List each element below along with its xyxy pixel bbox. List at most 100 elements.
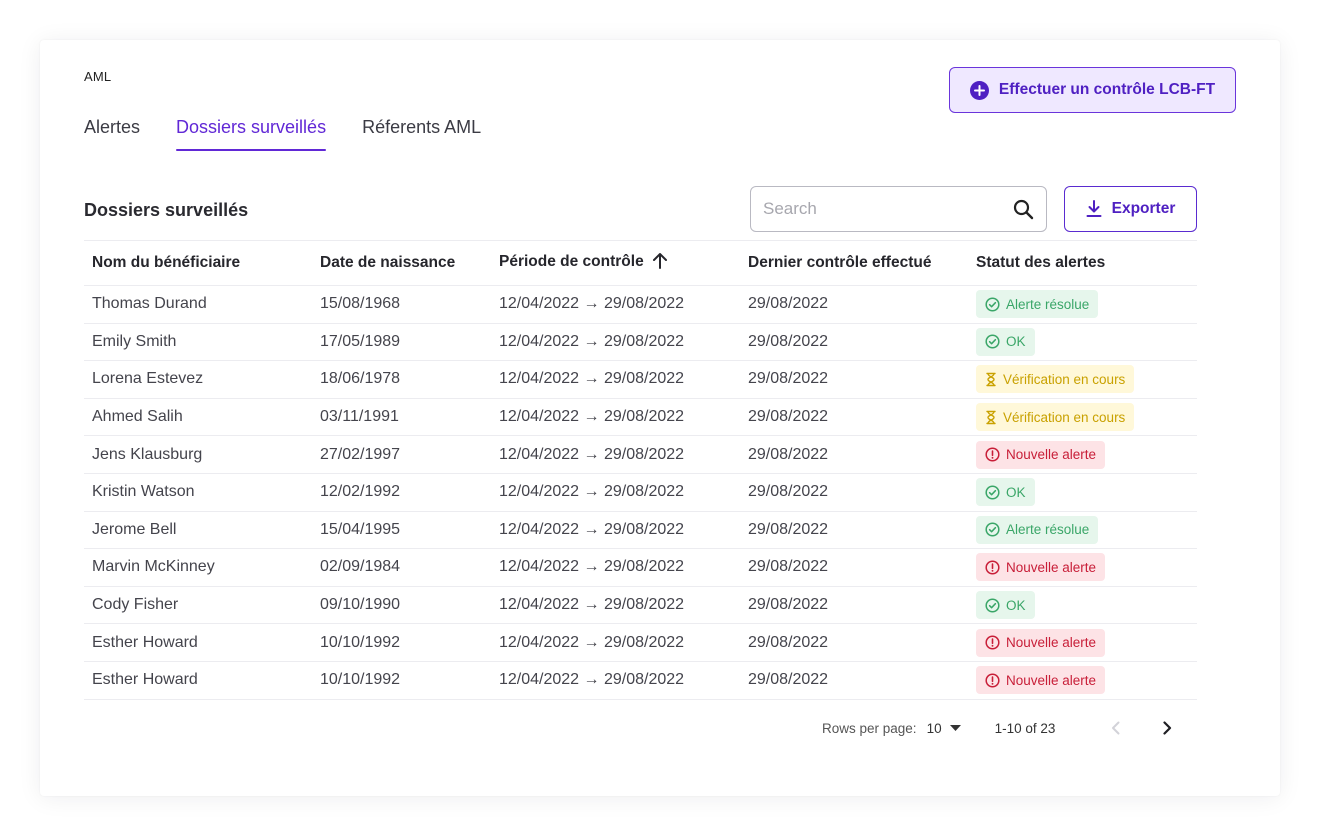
status-badge: OK bbox=[976, 478, 1035, 507]
next-page-button[interactable] bbox=[1155, 716, 1179, 740]
cell-dernier-controle: 29/08/2022 bbox=[748, 483, 829, 501]
table-row[interactable]: Thomas Durand 15/08/1968 12/04/2022 → 29/0… bbox=[84, 286, 1197, 324]
tab-bar: Alertes Dossiers surveillés Réferents AM… bbox=[84, 116, 517, 152]
cell-statut: Nouvelle alerte bbox=[968, 624, 1197, 662]
status-label: Nouvelle alerte bbox=[1006, 447, 1097, 463]
table-row[interactable]: Marvin McKinney 02/09/1984 12/04/2022 → 29… bbox=[84, 549, 1197, 587]
tab-alertes[interactable]: Alertes bbox=[84, 116, 140, 151]
tab-dossiers-surveilles[interactable]: Dossiers surveillés bbox=[176, 116, 327, 151]
rows-per-page-label: Rows per page: bbox=[822, 720, 917, 736]
cell-date-naissance: 18/06/1978 bbox=[320, 370, 401, 388]
cell-date-naissance: 27/02/1997 bbox=[320, 445, 401, 463]
cell-dernier-controle: 29/08/2022 bbox=[748, 558, 829, 576]
cell-date-naissance: 10/10/1992 bbox=[320, 633, 401, 651]
status-label: Vérification en cours bbox=[1003, 371, 1126, 387]
cell-dernier-controle: 29/08/2022 bbox=[748, 633, 829, 651]
cell-nom: Esther Howard bbox=[92, 671, 198, 689]
table-row[interactable]: Esther Howard 10/10/1992 12/04/2022 → 29/0… bbox=[84, 624, 1197, 662]
cell-periode: 12/04/2022 → 29/08/2022 bbox=[499, 332, 685, 350]
alert-circle-icon bbox=[985, 635, 1000, 650]
main-card: AML Alertes Dossiers surveillés Réferent… bbox=[40, 40, 1280, 796]
cell-date-naissance: 02/09/1984 bbox=[320, 558, 401, 576]
rows-per-page-value: 10 bbox=[926, 720, 942, 736]
cell-dernier-controle: 29/08/2022 bbox=[748, 408, 829, 426]
status-badge: Nouvelle alerte bbox=[976, 553, 1106, 582]
status-badge: Nouvelle alerte bbox=[976, 628, 1106, 657]
alert-circle-icon bbox=[985, 560, 1000, 575]
cell-statut: OK bbox=[968, 473, 1197, 511]
status-label: Alerte résolue bbox=[1006, 522, 1090, 538]
status-badge: Alerte résolue bbox=[976, 290, 1099, 319]
chevron-left-icon bbox=[1111, 721, 1120, 735]
cell-statut: Nouvelle alerte bbox=[968, 661, 1197, 699]
cell-statut: Nouvelle alerte bbox=[968, 436, 1197, 474]
effectuer-controle-label: Effectuer un contrôle LCB-FT bbox=[998, 81, 1216, 98]
table-row[interactable]: Cody Fisher 09/10/1990 12/04/2022 → 29/08/… bbox=[84, 586, 1197, 624]
cell-statut: Vérification en cours bbox=[968, 398, 1197, 436]
cell-nom: Esther Howard bbox=[92, 633, 198, 651]
cell-periode: 12/04/2022 → 29/08/2022 bbox=[499, 445, 685, 463]
export-button[interactable]: Exporter bbox=[1064, 186, 1197, 232]
cell-date-naissance: 09/10/1990 bbox=[320, 596, 401, 614]
cell-periode: 12/04/2022 → 29/08/2022 bbox=[499, 671, 685, 689]
alert-circle-icon bbox=[985, 447, 1000, 462]
export-label: Exporter bbox=[1111, 200, 1176, 217]
check-circle-icon bbox=[985, 485, 1000, 500]
table-header-row: Nom du bénéficiaire Date de naissance Pé… bbox=[84, 240, 1197, 286]
search-icon[interactable] bbox=[1012, 198, 1034, 220]
check-circle-icon bbox=[985, 522, 1000, 537]
pagination: Rows per page: 10 1-10 of 23 bbox=[822, 716, 1179, 740]
column-header-label: Période de contrôle bbox=[499, 253, 644, 270]
cell-dernier-controle: 29/08/2022 bbox=[748, 520, 829, 538]
chevron-right-icon bbox=[1163, 721, 1171, 735]
table-row[interactable]: Esther Howard 10/10/1992 12/04/2022 → 29/0… bbox=[84, 661, 1197, 700]
cell-dernier-controle: 29/08/2022 bbox=[748, 671, 829, 689]
search-input[interactable] bbox=[763, 199, 1012, 219]
status-label: Nouvelle alerte bbox=[1006, 635, 1097, 651]
cell-nom: Lorena Estevez bbox=[92, 370, 204, 388]
previous-page-button[interactable] bbox=[1103, 716, 1127, 740]
table-row[interactable]: Lorena Estevez 18/06/1978 12/04/2022 → 29/… bbox=[84, 361, 1197, 399]
cell-nom: Emily Smith bbox=[92, 332, 177, 350]
column-header-statut[interactable]: Statut des alertes bbox=[968, 241, 1197, 286]
table-row[interactable]: Ahmed Salih 03/11/1991 12/04/2022 → 29/08/… bbox=[84, 398, 1197, 436]
cell-nom: Cody Fisher bbox=[92, 596, 179, 614]
cell-nom: Jens Klausburg bbox=[92, 445, 203, 463]
cell-periode: 12/04/2022 → 29/08/2022 bbox=[499, 558, 685, 576]
column-header-label: Nom du bénéficiaire bbox=[92, 254, 241, 271]
pagination-range: 1-10 of 23 bbox=[994, 720, 1056, 736]
download-icon bbox=[1086, 200, 1102, 218]
table-row[interactable]: Kristin Watson 12/02/1992 12/04/2022 → 29/… bbox=[84, 473, 1197, 512]
tab-referents-aml[interactable]: Réferents AML bbox=[362, 116, 481, 151]
plus-circle-icon bbox=[969, 80, 989, 100]
cell-periode: 12/04/2022 → 29/08/2022 bbox=[499, 596, 685, 614]
effectuer-controle-button[interactable]: Effectuer un contrôle LCB-FT bbox=[949, 67, 1236, 113]
cell-date-naissance: 03/11/1991 bbox=[320, 408, 399, 426]
cell-statut: Alerte résolue bbox=[968, 286, 1197, 324]
cell-date-naissance: 10/10/1992 bbox=[320, 671, 401, 689]
table-row[interactable]: Jens Klausburg 27/02/1997 12/04/2022 → 29/… bbox=[84, 436, 1197, 474]
table-body: Thomas Durand 15/08/1968 12/04/2022 → 29/0… bbox=[84, 286, 1197, 700]
status-label: OK bbox=[1006, 597, 1026, 613]
column-header-nom[interactable]: Nom du bénéficiaire bbox=[84, 241, 312, 286]
status-label: OK bbox=[1006, 484, 1026, 500]
column-header-periode[interactable]: Période de contrôle bbox=[491, 241, 740, 286]
status-badge: Nouvelle alerte bbox=[976, 666, 1106, 695]
cell-statut: Vérification en cours bbox=[968, 361, 1197, 399]
table-row[interactable]: Jerome Bell 15/04/1995 12/04/2022 → 29/08/… bbox=[84, 511, 1197, 549]
status-badge: Alerte résolue bbox=[976, 515, 1099, 544]
status-badge: Vérification en cours bbox=[976, 403, 1135, 432]
alert-circle-icon bbox=[985, 673, 1000, 688]
rows-per-page-select[interactable]: 10 bbox=[927, 721, 961, 736]
status-badge: OK bbox=[976, 327, 1035, 356]
column-header-date-naissance[interactable]: Date de naissance bbox=[312, 241, 491, 286]
cell-dernier-controle: 29/08/2022 bbox=[748, 370, 829, 388]
column-header-dernier-controle[interactable]: Dernier contrôle effectué bbox=[740, 241, 968, 286]
cell-dernier-controle: 29/08/2022 bbox=[748, 596, 829, 614]
cell-periode: 12/04/2022 → 29/08/2022 bbox=[499, 408, 685, 426]
cell-date-naissance: 12/02/1992 bbox=[320, 483, 401, 501]
cell-nom: Ahmed Salih bbox=[92, 408, 183, 426]
table-row[interactable]: Emily Smith 17/05/1989 12/04/2022 → 29/08/… bbox=[84, 323, 1197, 361]
sort-arrow-up-icon[interactable] bbox=[652, 252, 668, 274]
cell-periode: 12/04/2022 → 29/08/2022 bbox=[499, 520, 685, 538]
